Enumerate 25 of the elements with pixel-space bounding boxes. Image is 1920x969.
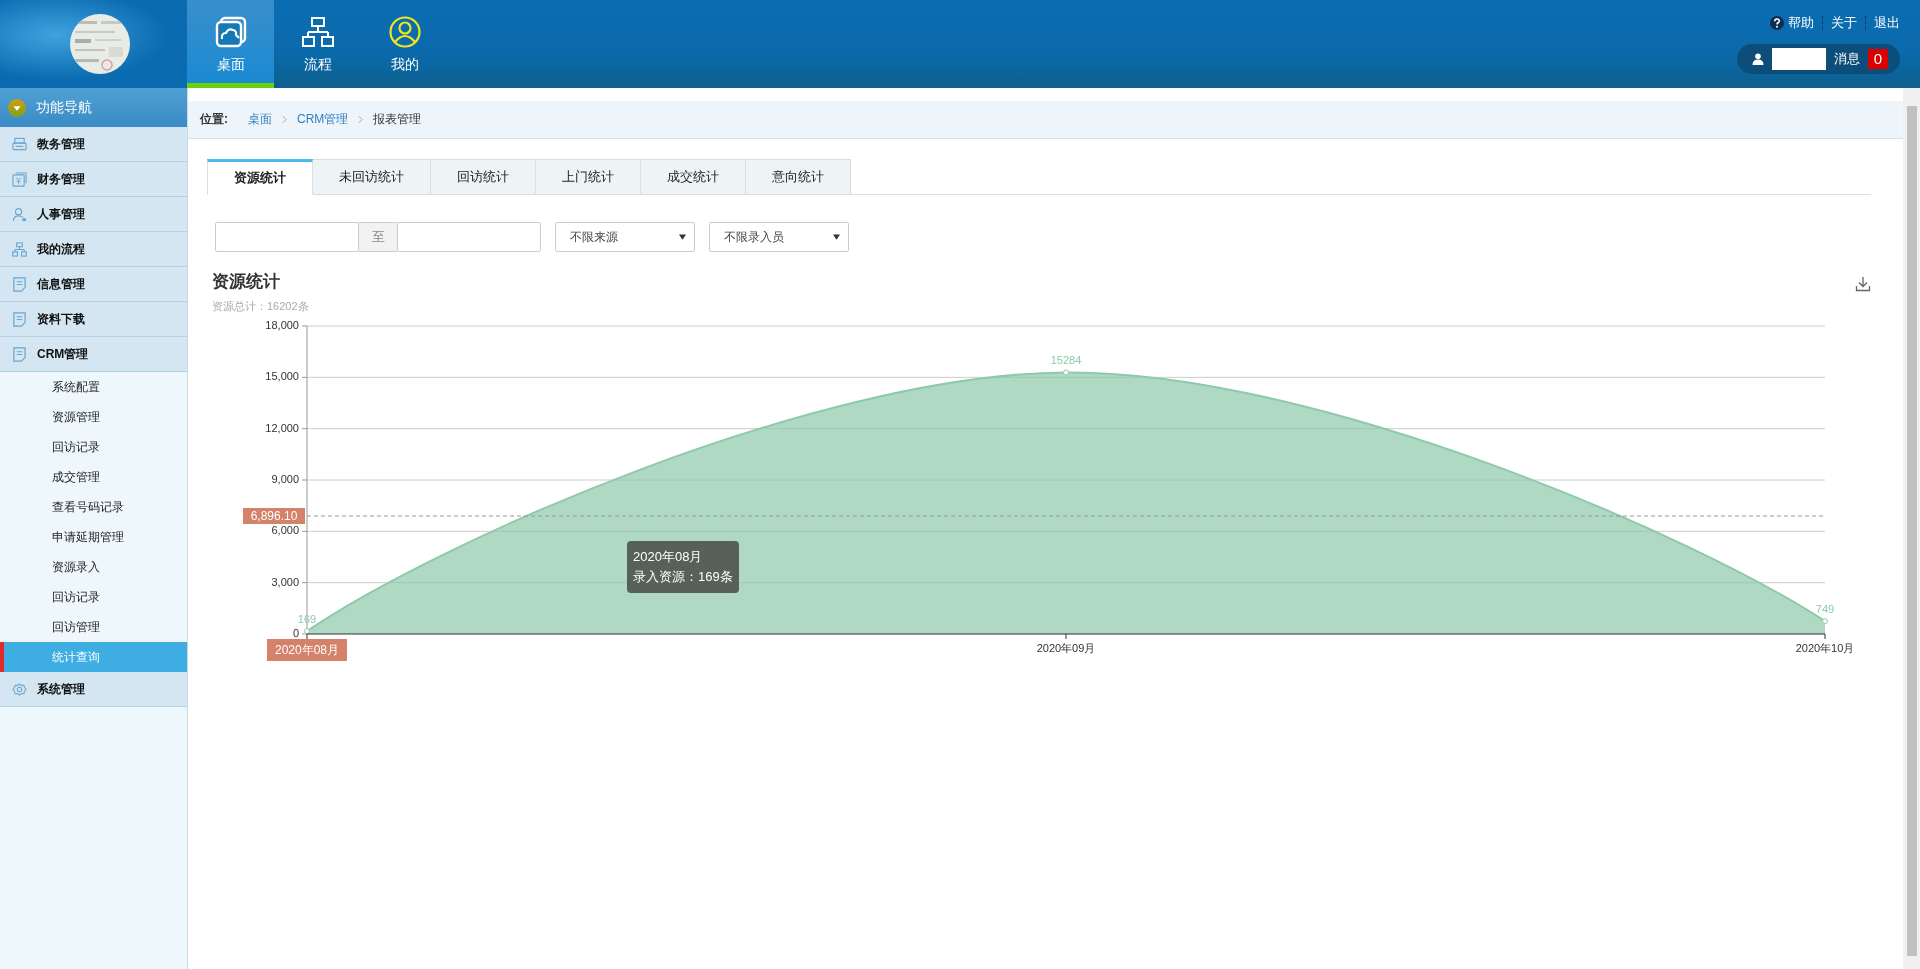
data-label: 749 — [1815, 603, 1835, 616]
y-tick-label: 0 — [292, 627, 299, 639]
message-count: 0 — [1867, 49, 1888, 69]
chart-subtitle: 资源总计：16202条 — [212, 299, 309, 314]
axis-pointer-label: 2020年08月 — [267, 639, 347, 661]
y-tick-label: 9,000 — [271, 473, 299, 485]
y-tick-label: 3,000 — [271, 575, 299, 588]
chart-title: 资源统计 — [212, 271, 281, 293]
axis-pointer-label: 6,896.10 — [243, 508, 305, 524]
ref-line-label: 6,896.10 — [250, 509, 298, 523]
x-tick-label: 2020年08月 — [274, 643, 340, 657]
breadcrumb-current: 报表管理 — [373, 111, 422, 128]
x-tick-label: 2020年09月 — [1036, 642, 1096, 654]
tooltip-text: 录入资源：169条 — [633, 568, 733, 586]
y-tick-label: 6,000 — [271, 524, 299, 537]
y-tick-label: 15,000 — [265, 370, 299, 383]
y-tick-label: 18,000 — [265, 319, 299, 331]
x-tick-label: 2020年10月 — [1795, 642, 1855, 654]
sidebar-title: 功能导航 — [36, 98, 92, 117]
data-label: 15284 — [1050, 354, 1082, 367]
data-label: 169 — [297, 613, 317, 626]
y-tick-label: 12,000 — [265, 421, 299, 434]
range-separator: 至 — [359, 222, 397, 252]
breadcrumb-label: 位置: — [200, 111, 228, 128]
tooltip-title: 2020年08月 — [633, 548, 704, 566]
